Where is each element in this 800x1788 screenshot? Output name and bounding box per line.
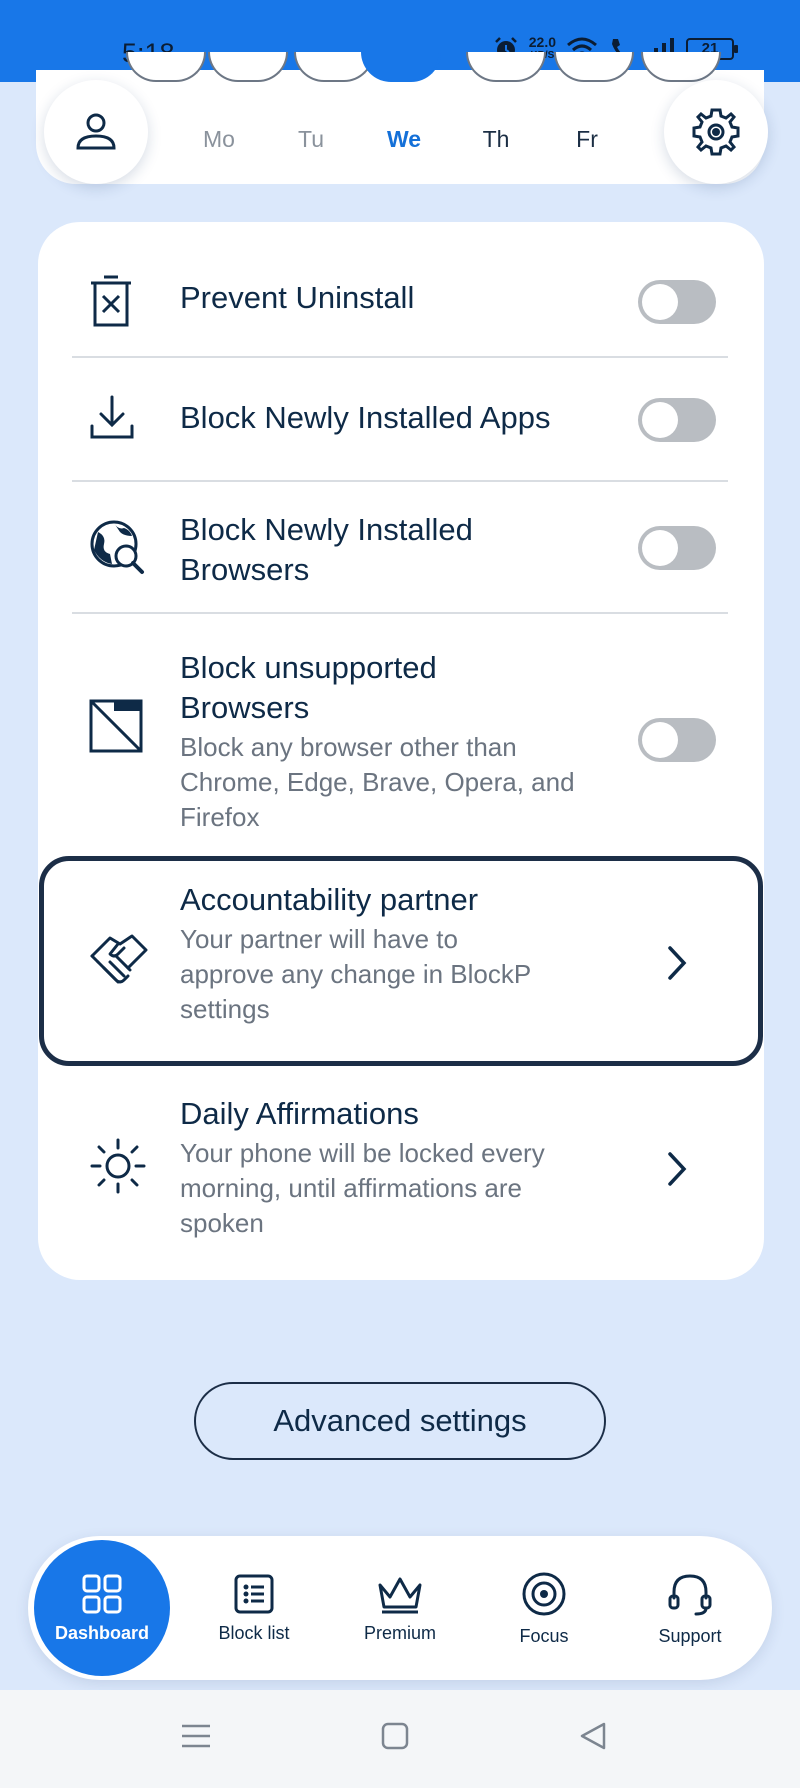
accountability-desc-line1: Your partner will have to (180, 924, 458, 954)
bottom-nav: Dashboard Block list Premium Focus Suppo… (28, 1536, 772, 1680)
chevron-right-icon (668, 1152, 687, 1186)
block-unsupported-row[interactable]: Block unsupported Browsers Block any bro… (38, 614, 764, 836)
nav-premium-label: Premium (363, 1622, 436, 1643)
block-unsupported-desc: Block any browser other than Chrome, Edg… (180, 730, 575, 835)
menu-icon[interactable] (180, 1720, 212, 1752)
block-unsupported-desc-line3: Firefox (180, 802, 260, 832)
day-we[interactable]: We (374, 126, 434, 153)
toggle-knob (642, 722, 678, 758)
globe-search-icon (90, 520, 144, 574)
system-nav-bar (0, 1690, 800, 1788)
daily-affirmations-row[interactable]: Daily Affirmations Your phone will be lo… (38, 1072, 764, 1262)
toggle-knob (642, 402, 678, 438)
block-new-apps-toggle[interactable] (638, 398, 716, 442)
handshake-icon (90, 934, 148, 984)
accountability-desc-line2: approve any change in BlockP (180, 959, 532, 989)
affirmations-title: Daily Affirmations (180, 1096, 419, 1131)
prevent-uninstall-title: Prevent Uninstall (180, 280, 415, 315)
day-circle (208, 52, 288, 82)
day-circle (126, 52, 206, 82)
nav-focus[interactable]: Focus (476, 1540, 612, 1676)
nav-block-list-label: Block list (218, 1622, 290, 1643)
day-circle-active (361, 52, 441, 82)
day-circle (466, 52, 546, 82)
settings-button[interactable] (664, 80, 768, 184)
download-icon (90, 395, 134, 439)
day-circle (641, 52, 721, 82)
grid-icon (82, 1574, 122, 1613)
toggle-knob (642, 530, 678, 566)
block-new-browsers-title-line2: Browsers (180, 552, 310, 587)
block-unsupported-title-line1: Block unsupported (180, 650, 437, 685)
browser-slash-icon (89, 699, 143, 753)
settings-card: Prevent Uninstall Block Newly Installed … (38, 222, 764, 1280)
home-icon[interactable] (380, 1720, 410, 1752)
affirmations-desc: Your phone will be locked every morning,… (180, 1136, 545, 1241)
nav-dashboard-label: Dashboard (54, 1622, 150, 1643)
day-tu[interactable]: Tu (281, 126, 341, 153)
affirmations-desc-line1: Your phone will be locked every (180, 1138, 545, 1168)
block-unsupported-toggle[interactable] (638, 718, 716, 762)
headset-icon (668, 1573, 712, 1615)
day-circle (554, 52, 634, 82)
day-fr[interactable]: Fr (557, 126, 617, 153)
nav-premium[interactable]: Premium (332, 1540, 468, 1676)
accountability-text: Accountability partner Your partner will… (180, 880, 531, 1027)
profile-button[interactable] (44, 80, 148, 184)
sun-icon (90, 1138, 146, 1194)
nav-support[interactable]: Support (622, 1540, 758, 1676)
nav-block-list[interactable]: Block list (186, 1540, 322, 1676)
prevent-uninstall-toggle[interactable] (638, 280, 716, 324)
block-new-browsers-toggle[interactable] (638, 526, 716, 570)
net-speed-value: 22.0 (528, 34, 556, 50)
block-unsupported-title-line2: Browsers (180, 690, 310, 725)
gear-icon (692, 108, 740, 156)
affirmations-desc-line2: morning, until affirmations are (180, 1173, 523, 1203)
toggle-knob (642, 284, 678, 320)
advanced-settings-button[interactable]: Advanced settings (194, 1382, 606, 1460)
prevent-uninstall-row[interactable]: Prevent Uninstall (38, 246, 764, 356)
block-unsupported-desc-line2: Chrome, Edge, Brave, Opera, and (180, 767, 575, 797)
day-th[interactable]: Th (466, 126, 526, 153)
block-new-apps-row[interactable]: Block Newly Installed Apps (38, 358, 764, 480)
block-new-browsers-title-line1: Block Newly Installed (180, 512, 473, 547)
accountability-desc: Your partner will have to approve any ch… (180, 922, 531, 1027)
crown-icon (378, 1577, 422, 1613)
accountability-desc-line3: settings (180, 994, 270, 1024)
nav-support-label: Support (658, 1625, 722, 1646)
accountability-partner-row[interactable]: Accountability partner Your partner will… (38, 856, 764, 1066)
block-unsupported-text: Block unsupported Browsers Block any bro… (180, 648, 575, 835)
list-icon (234, 1574, 274, 1613)
back-icon[interactable] (578, 1720, 608, 1752)
day-mo[interactable]: Mo (189, 126, 249, 153)
nav-focus-label: Focus (519, 1625, 569, 1646)
block-new-browsers-title: Block Newly Installed Browsers (180, 510, 473, 590)
affirmations-text: Daily Affirmations Your phone will be lo… (180, 1094, 545, 1241)
block-unsupported-desc-line1: Block any browser other than (180, 732, 517, 762)
trash-x-icon (91, 275, 131, 327)
block-new-browsers-row[interactable]: Block Newly Installed Browsers (38, 482, 764, 612)
target-icon (522, 1572, 566, 1615)
affirmations-desc-line3: spoken (180, 1208, 264, 1238)
chevron-right-icon (668, 946, 687, 980)
block-new-apps-title: Block Newly Installed Apps (180, 400, 551, 435)
accountability-title: Accountability partner (180, 882, 479, 917)
nav-dashboard[interactable]: Dashboard (34, 1540, 170, 1676)
profile-icon (76, 113, 116, 150)
